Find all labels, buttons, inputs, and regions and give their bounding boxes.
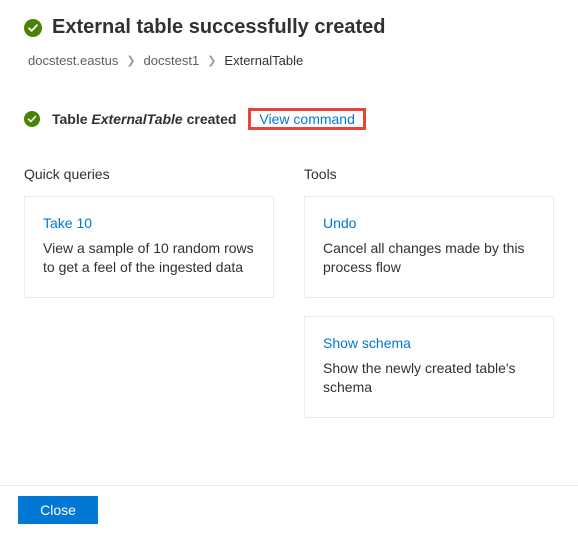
section-title-quick-queries: Quick queries <box>24 166 274 182</box>
success-check-icon <box>24 111 40 127</box>
tool-card: Undo Cancel all changes made by this pro… <box>304 196 554 298</box>
card-description: Show the newly created table's schema <box>323 359 535 397</box>
footer: Close <box>0 485 578 538</box>
highlight-box: View command <box>248 108 365 130</box>
chevron-right-icon: ❯ <box>207 54 216 67</box>
quick-queries-column: Quick queries Take 10 View a sample of 1… <box>24 166 274 436</box>
section-title-tools: Tools <box>304 166 554 182</box>
breadcrumb: docstest.eastus ❯ docstest1 ❯ ExternalTa… <box>28 53 554 68</box>
take-10-link[interactable]: Take 10 <box>43 215 255 231</box>
view-command-link[interactable]: View command <box>251 105 362 133</box>
status-text: Table ExternalTable created <box>52 111 236 127</box>
breadcrumb-item[interactable]: docstest.eastus <box>28 53 118 68</box>
card-description: View a sample of 10 random rows to get a… <box>43 239 255 277</box>
page-title: External table successfully created <box>52 16 386 39</box>
quick-query-card: Take 10 View a sample of 10 random rows … <box>24 196 274 298</box>
tool-card: Show schema Show the newly created table… <box>304 316 554 418</box>
card-description: Cancel all changes made by this process … <box>323 239 535 277</box>
undo-link[interactable]: Undo <box>323 215 535 231</box>
show-schema-link[interactable]: Show schema <box>323 335 535 351</box>
chevron-right-icon: ❯ <box>126 54 135 67</box>
page-header: External table successfully created <box>24 16 554 39</box>
breadcrumb-item-current: ExternalTable <box>224 53 303 68</box>
tools-column: Tools Undo Cancel all changes made by th… <box>304 166 554 436</box>
breadcrumb-item[interactable]: docstest1 <box>144 53 200 68</box>
close-button[interactable]: Close <box>18 496 98 524</box>
status-line: Table ExternalTable created View command <box>24 108 554 130</box>
success-check-icon <box>24 19 42 37</box>
